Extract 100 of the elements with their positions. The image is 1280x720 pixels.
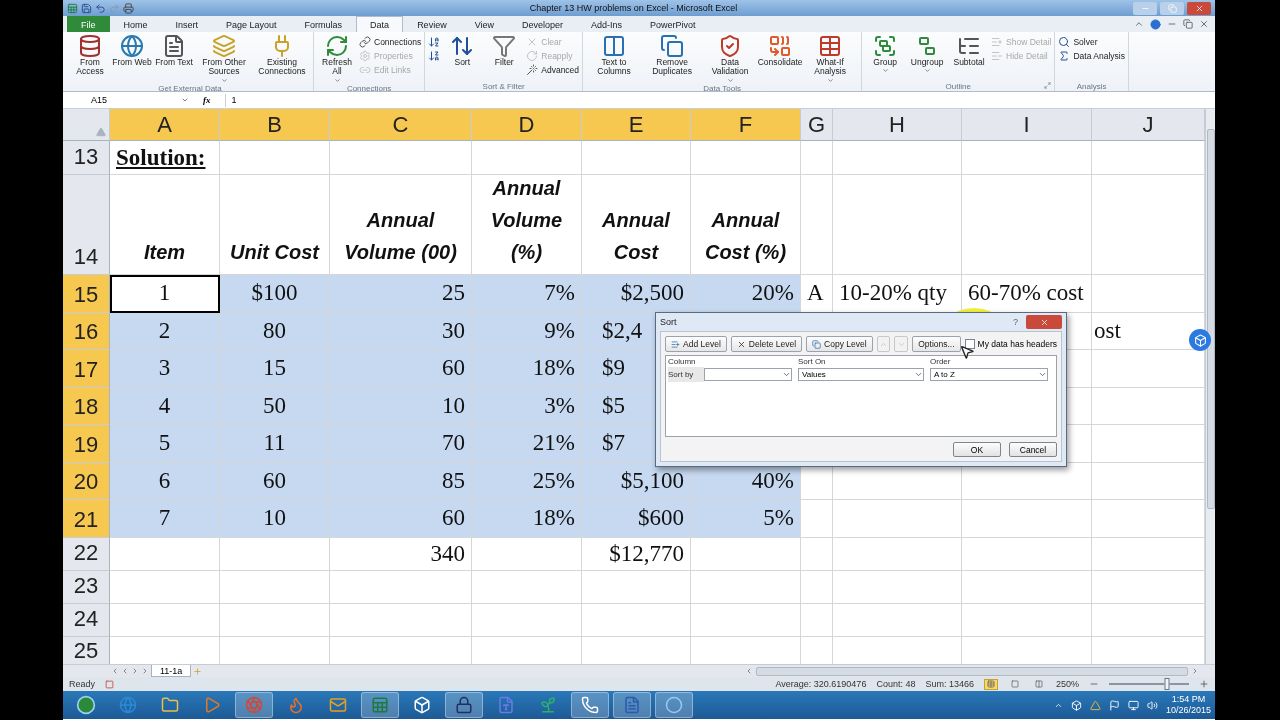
ribbon-small-button[interactable] xyxy=(428,35,441,48)
column-header[interactable]: J xyxy=(1092,109,1205,141)
dialog-tool-button[interactable]: Copy Level xyxy=(806,336,873,352)
row-header[interactable]: 16 xyxy=(63,312,110,350)
ribbon-tab[interactable]: PowerPivot xyxy=(636,16,710,32)
table-cell[interactable]: 70 xyxy=(330,425,472,463)
cancel-button[interactable]: Cancel xyxy=(1009,442,1057,457)
ribbon-button[interactable]: Group xyxy=(865,34,906,75)
triangle-icon[interactable] xyxy=(1089,699,1101,711)
table-cell[interactable]: $5,100 xyxy=(582,462,691,500)
close-icon[interactable] xyxy=(1199,19,1209,29)
next-sheet-icon[interactable] xyxy=(131,667,139,675)
ribbon-button[interactable]: From Access xyxy=(70,34,110,77)
ok-button[interactable]: OK xyxy=(953,442,1001,457)
taskbar-button[interactable] xyxy=(613,692,651,718)
table-cell[interactable]: $12,770 xyxy=(582,537,691,571)
table-cell[interactable]: 25% xyxy=(472,462,582,500)
column-dropdown[interactable] xyxy=(704,368,792,381)
table-cell[interactable]: 10 xyxy=(220,500,330,538)
sort-on-dropdown[interactable]: Values xyxy=(798,368,924,381)
formula-field[interactable]: 1 xyxy=(224,93,1211,107)
ribbon-button[interactable]: From Text xyxy=(154,34,194,68)
first-sheet-icon[interactable] xyxy=(111,667,119,675)
zoom-level[interactable]: 250% xyxy=(1055,679,1079,689)
column-header[interactable]: G xyxy=(801,109,833,141)
flag-icon[interactable] xyxy=(1108,699,1120,711)
undo-icon[interactable] xyxy=(95,2,106,14)
row-header[interactable]: 18 xyxy=(63,387,110,425)
column-header[interactable]: A xyxy=(110,109,220,141)
help-button[interactable]: ? xyxy=(1009,317,1022,327)
ribbon-button[interactable]: Remove Duplicates xyxy=(644,34,701,77)
table-cell[interactable]: 4 xyxy=(110,387,220,425)
column-header[interactable]: C xyxy=(330,109,472,141)
table-cell[interactable]: 7% xyxy=(472,275,582,313)
close-button[interactable] xyxy=(1187,1,1211,15)
dialog-tool-button[interactable]: Add Level xyxy=(665,336,727,352)
ribbon-tab[interactable]: Page Layout xyxy=(212,16,291,32)
save-icon[interactable] xyxy=(81,2,92,14)
ribbon-tab[interactable]: Data xyxy=(356,16,404,32)
table-cell[interactable]: Annual Cost xyxy=(582,175,691,275)
table-cell[interactable]: 3 xyxy=(110,350,220,388)
table-cell[interactable]: 18% xyxy=(472,500,582,538)
ribbon-button[interactable]: Subtotal xyxy=(949,34,990,68)
row-header[interactable]: 13 xyxy=(63,141,110,175)
row-header[interactable]: 19 xyxy=(63,425,110,463)
headers-checkbox[interactable]: My data has headers xyxy=(964,339,1057,349)
table-cell[interactable]: 15 xyxy=(220,350,330,388)
collapse-ribbon-icon[interactable] xyxy=(1134,19,1144,29)
scrollbar-thumb[interactable] xyxy=(756,666,1188,676)
macro-record-icon[interactable] xyxy=(105,679,114,689)
table-cell[interactable]: 25 xyxy=(330,275,472,313)
ribbon-button[interactable]: Refresh All xyxy=(317,34,357,84)
table-cell[interactable]: 60 xyxy=(220,462,330,500)
row-header[interactable]: 24 xyxy=(63,603,110,637)
zoom-thumb[interactable] xyxy=(1164,678,1170,690)
volume-icon[interactable] xyxy=(1146,699,1158,711)
sheet-tab[interactable]: 11-1a xyxy=(151,665,192,677)
ribbon-small-button[interactable]: Advanced xyxy=(526,63,580,76)
ribbon-small-button[interactable] xyxy=(428,49,441,62)
table-cell[interactable]: 85 xyxy=(330,462,472,500)
table-cell[interactable]: 9% xyxy=(472,312,582,350)
ribbon-button[interactable]: Existing Connections xyxy=(254,34,310,77)
table-cell[interactable]: 340 xyxy=(330,537,472,571)
table-cell[interactable]: 80 xyxy=(220,312,330,350)
ribbon-button[interactable]: Ungroup xyxy=(907,34,948,75)
table-cell[interactable]: 1 xyxy=(110,275,220,313)
table-cell[interactable]: Annual Volume (00) xyxy=(330,175,472,275)
insert-sheet-icon[interactable] xyxy=(193,666,203,676)
ribbon-tab[interactable]: Insert xyxy=(161,16,213,32)
column-header[interactable]: F xyxy=(691,109,801,141)
table-cell[interactable]: $600 xyxy=(582,500,691,538)
monitor-icon[interactable] xyxy=(1127,699,1139,711)
column-header[interactable]: E xyxy=(582,109,691,141)
zoom-in-icon[interactable] xyxy=(1199,679,1209,689)
scrollbar-thumb[interactable] xyxy=(1206,129,1215,509)
ribbon-tab[interactable]: Formulas xyxy=(290,16,357,32)
ribbon-small-button[interactable]: Data Analysis xyxy=(1058,49,1125,62)
ribbon-button[interactable]: Data Validation xyxy=(702,34,759,84)
ribbon-button[interactable]: Filter xyxy=(484,34,525,68)
table-cell[interactable]: 20% xyxy=(691,275,801,313)
ribbon-tab[interactable]: Review xyxy=(403,16,461,32)
dialog-tool-button[interactable]: Delete Level xyxy=(730,336,803,352)
ribbon-button[interactable]: Text to Columns xyxy=(586,34,643,77)
box-icon[interactable] xyxy=(1070,699,1082,711)
normal-view-button[interactable] xyxy=(983,678,998,690)
table-cell[interactable]: 60 xyxy=(330,500,472,538)
table-cell[interactable]: Annual Cost (%) xyxy=(691,175,801,275)
table-cell[interactable]: Solution: xyxy=(110,141,220,175)
row-header[interactable]: 15 xyxy=(63,275,110,313)
ribbon-button[interactable]: From Other Sources xyxy=(196,34,252,84)
table-cell[interactable]: Unit Cost xyxy=(220,175,330,275)
taskbar-button[interactable] xyxy=(445,692,483,718)
last-sheet-icon[interactable] xyxy=(141,667,149,675)
table-cell[interactable]: 6 xyxy=(110,462,220,500)
clock[interactable]: 1:54 PM 10/26/2015 xyxy=(1165,694,1211,716)
row-header[interactable]: 23 xyxy=(63,570,110,604)
row-header[interactable]: 17 xyxy=(63,350,110,388)
table-cell[interactable]: 2 xyxy=(110,312,220,350)
scroll-right-icon[interactable] xyxy=(1191,667,1199,675)
row-header[interactable]: 20 xyxy=(63,462,110,500)
